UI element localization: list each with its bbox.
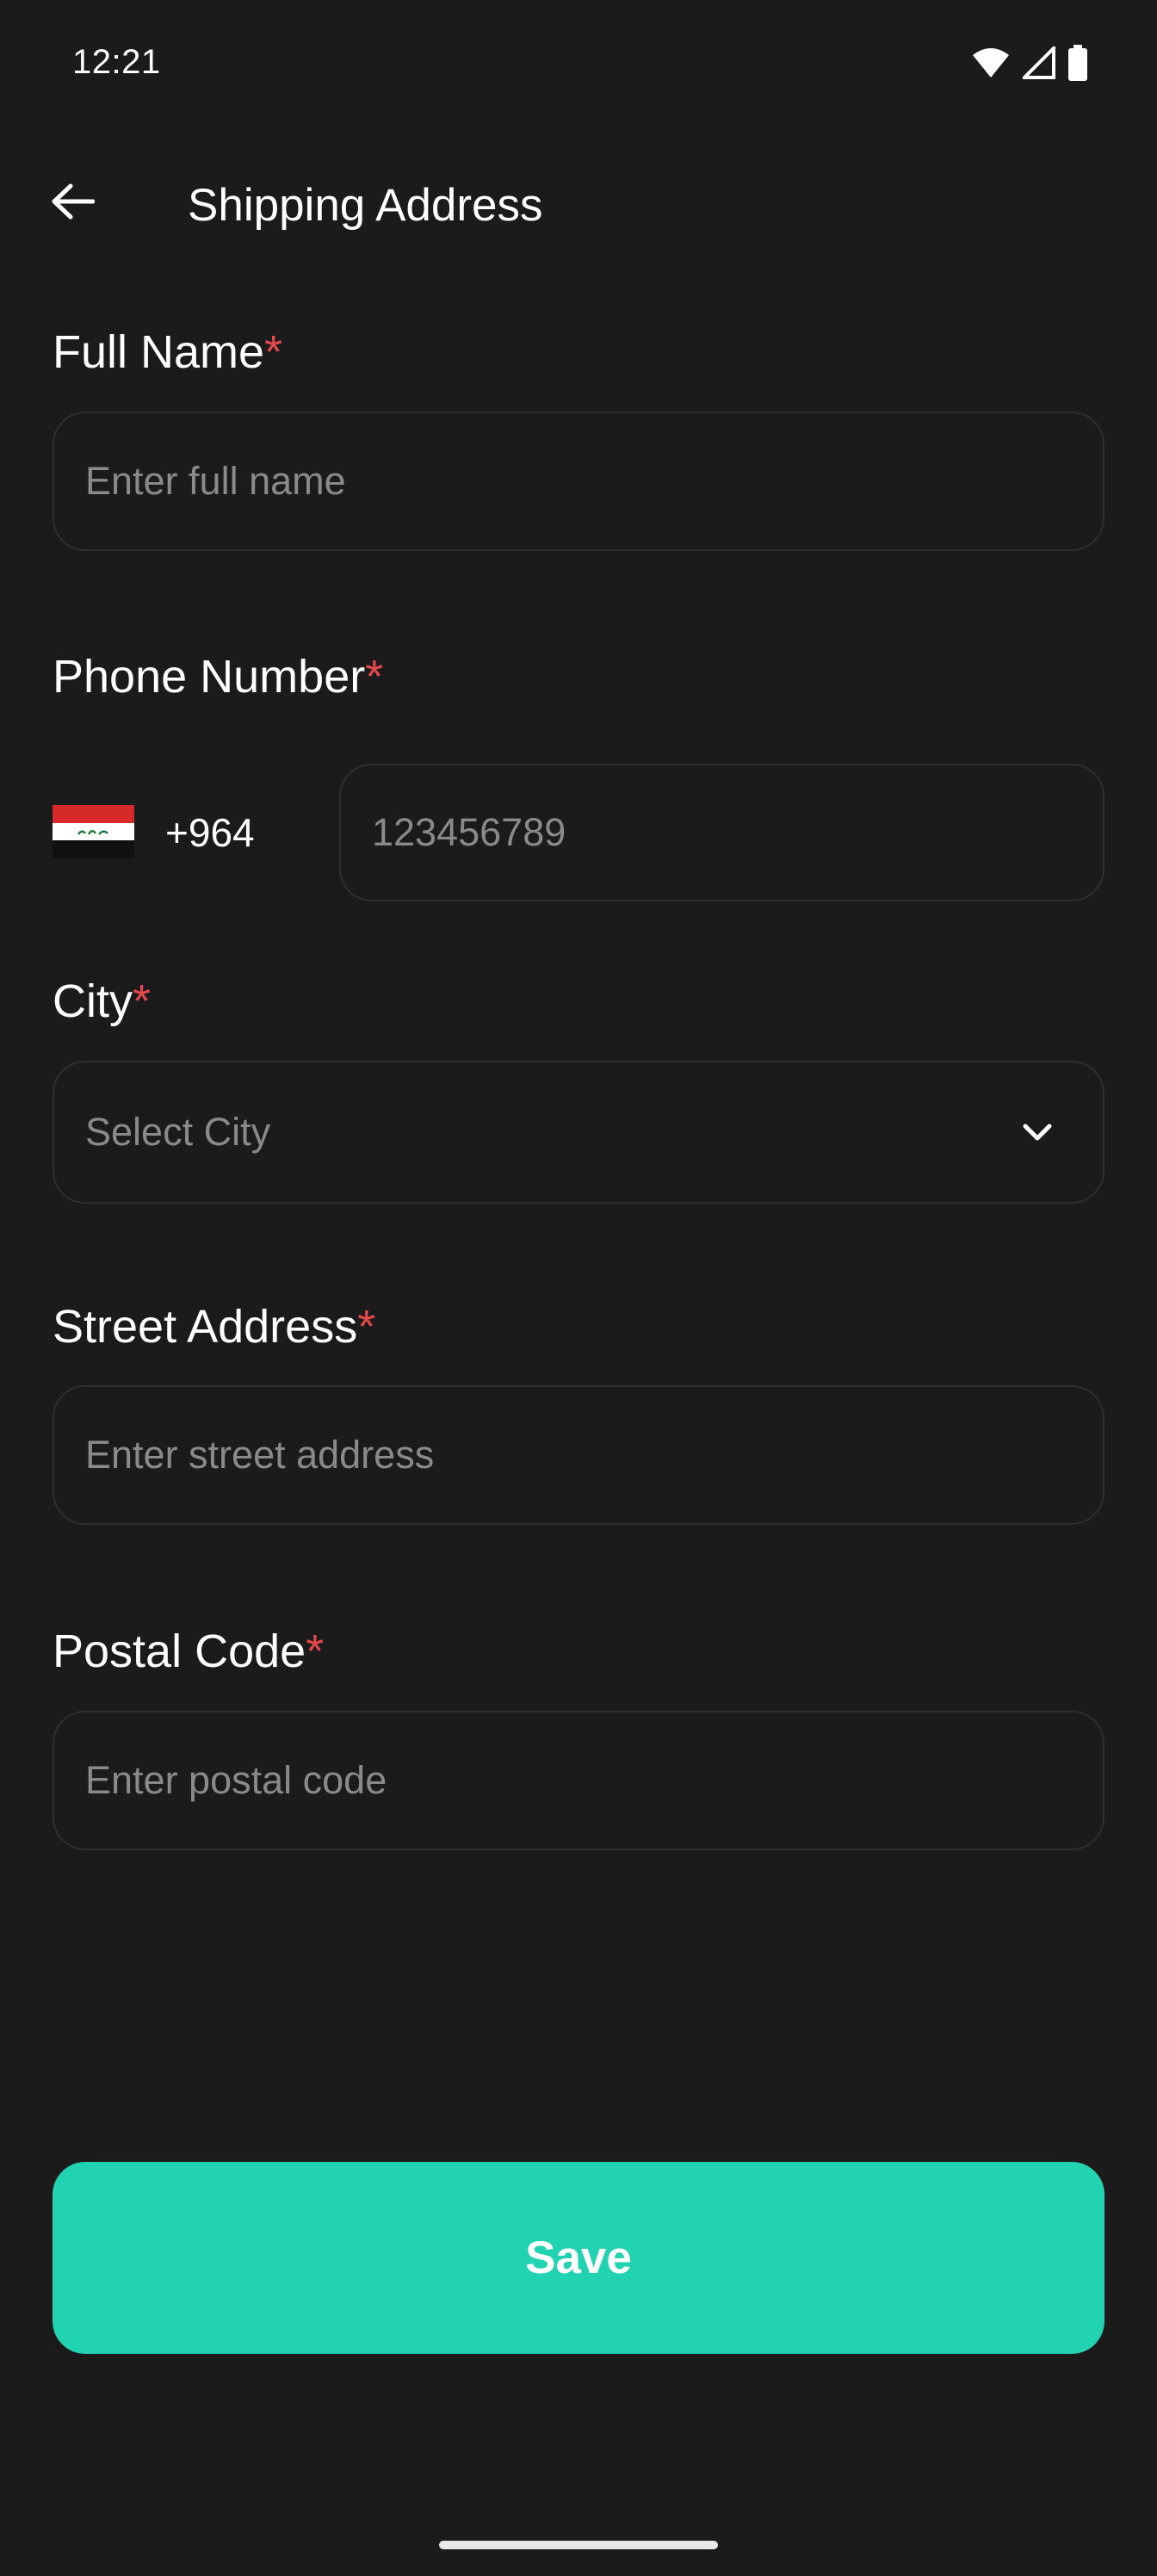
phone-number-label: Phone Number*	[53, 650, 383, 703]
street-address-input[interactable]: Enter street address	[53, 1385, 1104, 1525]
street-address-label-text: Street Address	[53, 1301, 358, 1353]
street-address-label: Street Address*	[53, 1300, 375, 1353]
back-button[interactable]	[46, 177, 98, 229]
postal-code-placeholder: Enter postal code	[85, 1758, 387, 1802]
required-mark: *	[133, 975, 152, 1027]
street-address-placeholder: Enter street address	[85, 1433, 435, 1477]
postal-code-label: Postal Code*	[53, 1625, 324, 1678]
wifi-icon	[971, 46, 1011, 84]
city-label: City*	[53, 975, 151, 1028]
postal-code-label-text: Postal Code	[53, 1625, 306, 1677]
status-time: 12:21	[72, 43, 161, 81]
full-name-label-text: Full Name	[53, 326, 265, 378]
iraq-flag-icon[interactable]	[53, 805, 134, 858]
arrow-left-icon	[50, 183, 96, 225]
postal-code-input[interactable]: Enter postal code	[53, 1711, 1104, 1850]
country-dial-code[interactable]: +964	[165, 809, 255, 856]
city-label-text: City	[53, 975, 133, 1027]
required-mark: *	[306, 1625, 325, 1677]
required-mark: *	[357, 1301, 376, 1353]
status-icons	[971, 44, 1088, 85]
home-indicator[interactable]	[439, 2541, 718, 2549]
phone-number-label-text: Phone Number	[53, 651, 366, 703]
signal-icon	[1020, 44, 1055, 84]
required-mark: *	[365, 651, 384, 703]
page-title: Shipping Address	[188, 180, 543, 231]
required-mark: *	[264, 326, 283, 378]
full-name-label: Full Name*	[53, 325, 282, 379]
full-name-placeholder: Enter full name	[85, 459, 346, 503]
chevron-down-icon	[1018, 1113, 1056, 1151]
shipping-address-screen: 12:21 Shipping Address Full Name* Enter …	[0, 0, 1157, 2576]
phone-number-placeholder: 123456789	[372, 810, 566, 854]
save-button[interactable]: Save	[53, 2162, 1104, 2354]
full-name-input[interactable]: Enter full name	[53, 412, 1104, 551]
city-select[interactable]: Select City	[53, 1061, 1104, 1204]
city-placeholder: Select City	[85, 1110, 271, 1154]
phone-number-input[interactable]: 123456789	[339, 764, 1104, 901]
battery-icon	[1067, 45, 1088, 85]
